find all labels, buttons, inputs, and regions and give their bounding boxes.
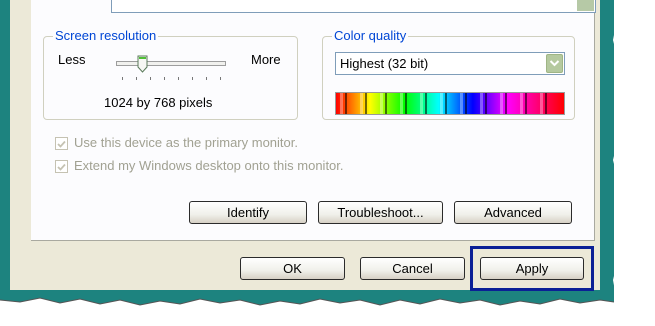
torn-edge-decoration	[0, 0, 655, 326]
